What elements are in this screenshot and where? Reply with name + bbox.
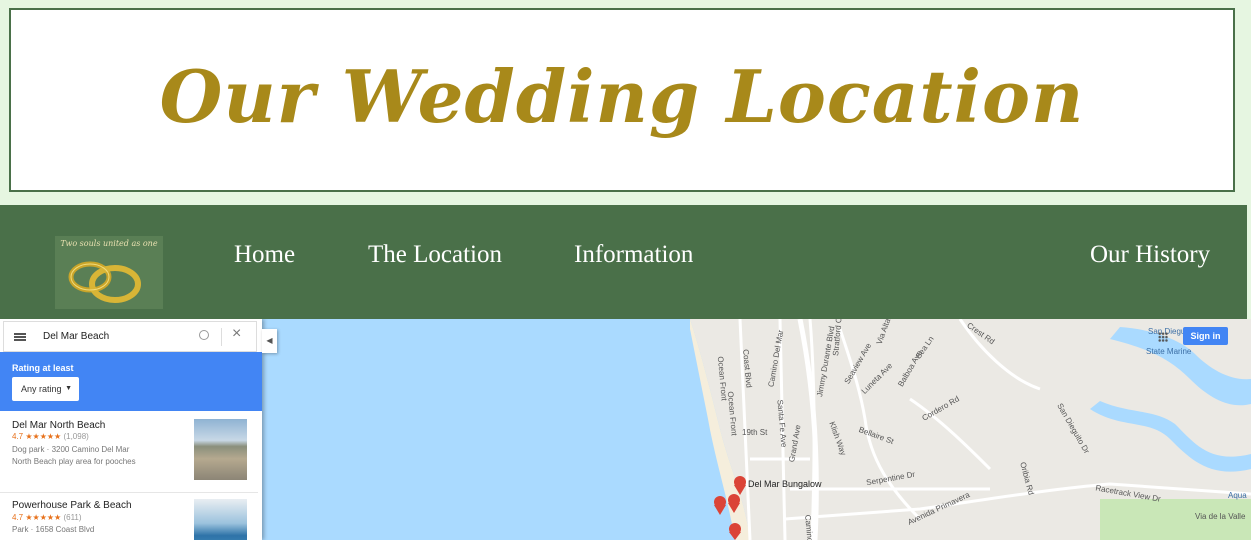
water-label: Aqua xyxy=(1228,491,1247,500)
result-item[interactable]: Powerhouse Park & Beach 4.7 ★★★★★ (611) … xyxy=(0,492,258,540)
rating-filter-label: Rating at least xyxy=(12,363,74,373)
search-input[interactable]: Del Mar Beach xyxy=(43,331,109,342)
search-bar: Del Mar Beach × xyxy=(3,321,257,352)
navbar: Two souls united as one Home The Locatio… xyxy=(0,205,1247,319)
search-icon[interactable] xyxy=(199,330,209,340)
street-label: Via de la Valle xyxy=(1195,512,1246,521)
result-rating: 4.7 ★★★★★ (611) xyxy=(12,513,82,522)
nav-information[interactable]: Information xyxy=(574,241,693,269)
street-label: 19th St xyxy=(742,428,768,437)
result-photo[interactable] xyxy=(194,499,247,540)
embedded-map[interactable]: Camino Del Mar Jimmy Durante Blvd Ocean … xyxy=(0,319,1251,540)
sign-in-button[interactable]: Sign in xyxy=(1183,327,1228,345)
result-photo[interactable] xyxy=(194,419,247,480)
result-description: North Beach play area for pooches xyxy=(12,457,136,466)
result-meta: Park · 1658 Coast Blvd xyxy=(12,525,95,534)
rings-icon xyxy=(68,261,141,303)
water-label: State Marine xyxy=(1146,347,1192,356)
page-title: Our Wedding Location xyxy=(159,54,1085,139)
result-meta: Dog park · 3200 Camino Del Mar xyxy=(12,445,130,454)
rating-dropdown-value: Any rating xyxy=(21,384,62,394)
close-icon[interactable]: × xyxy=(232,325,241,343)
result-name: Del Mar North Beach xyxy=(12,420,106,431)
apps-grid-icon[interactable] xyxy=(1158,332,1168,342)
result-name: Powerhouse Park & Beach xyxy=(12,500,132,511)
rating-dropdown[interactable]: Any rating ▼ xyxy=(12,377,79,401)
collapse-panel-button[interactable]: ◀ xyxy=(262,329,277,353)
search-panel: Del Mar Beach × Rating at least Any rati… xyxy=(0,319,262,540)
hamburger-menu-icon[interactable] xyxy=(14,333,26,341)
rings-logo[interactable]: Two souls united as one xyxy=(55,236,163,309)
filter-bar: Rating at least Any rating ▼ xyxy=(0,352,262,411)
result-item[interactable]: Del Mar North Beach 4.7 ★★★★★ (1,098) Do… xyxy=(0,411,258,493)
nav-the-location[interactable]: The Location xyxy=(368,241,502,269)
divider xyxy=(221,328,222,346)
nav-home[interactable]: Home xyxy=(234,241,295,269)
nav-our-history[interactable]: Our History xyxy=(1090,241,1210,269)
caret-down-icon: ▼ xyxy=(65,385,72,392)
caret-left-icon: ◀ xyxy=(266,336,273,345)
result-rating: 4.7 ★★★★★ (1,098) xyxy=(12,432,89,441)
header-banner: Our Wedding Location xyxy=(9,8,1235,192)
place-label[interactable]: Del Mar Bungalow xyxy=(748,479,822,489)
